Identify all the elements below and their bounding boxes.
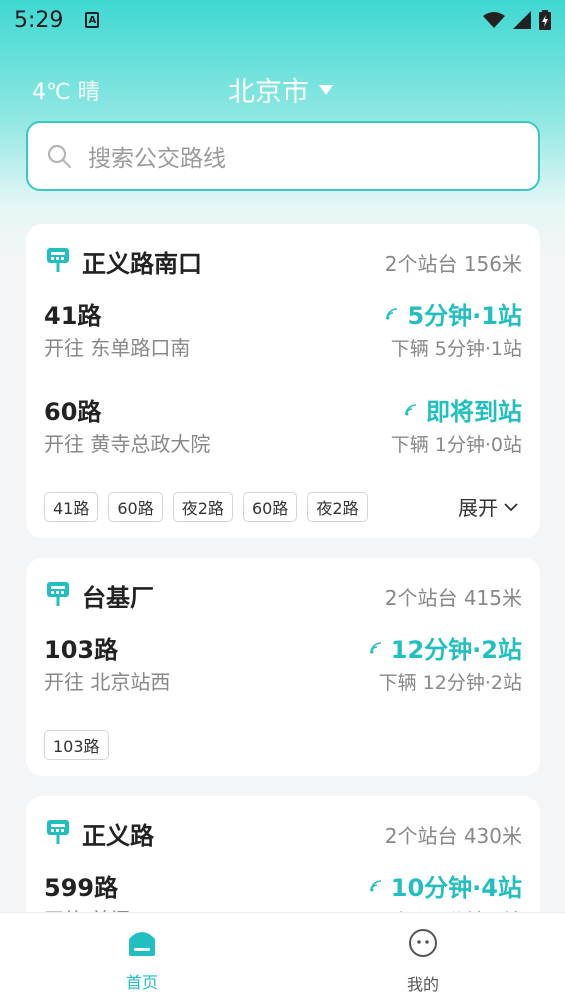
route-tag[interactable]: 60路 xyxy=(242,492,298,522)
stop-name: 正义路 xyxy=(82,822,154,850)
route-number: 60路 xyxy=(44,398,102,426)
stop-card-2[interactable]: 台基厂 2个站台 415米 103路 开往 北京站西 12分钟·2站 下辆 12… xyxy=(26,558,540,776)
route-tag[interactable]: 夜2路 xyxy=(172,492,233,522)
route-row[interactable]: 60路 开往 黄寺总政大院 即将到站 下辆 1分钟·0站 xyxy=(26,392,540,472)
route-next: 下辆 5分钟·1站 xyxy=(390,338,522,360)
route-eta-text: 即将到站 xyxy=(426,398,522,426)
stop-meta: 2个站台 415米 xyxy=(384,586,522,610)
route-direction: 开往 东单路口南 xyxy=(44,336,191,360)
wifi-icon xyxy=(483,12,505,28)
city-selector[interactable]: 北京市 xyxy=(228,70,333,109)
route-row[interactable]: 41路 开往 东单路口南 5分钟·1站 下辆 5分钟·1站 xyxy=(26,296,540,376)
signal-icon xyxy=(513,11,531,29)
bus-stop-icon xyxy=(47,248,69,272)
route-next: 下辆 12分钟·2站 xyxy=(378,672,522,694)
nav-home-label: 首页 xyxy=(125,973,158,992)
battery-icon xyxy=(539,10,551,30)
stop-name: 正义路南口 xyxy=(82,250,202,278)
nav-home[interactable]: 首页 xyxy=(82,927,202,993)
weather-text: 4℃ 晴 xyxy=(32,80,100,105)
route-tag[interactable]: 夜2路 xyxy=(307,492,368,522)
route-next: 下辆 1分钟·0站 xyxy=(390,434,522,456)
city-name: 北京市 xyxy=(228,77,309,108)
route-eta-text: 12分钟·2站 xyxy=(390,636,522,664)
expand-button[interactable]: 展开 xyxy=(458,492,518,521)
search-placeholder: 搜索公交路线 xyxy=(88,146,226,172)
stop-name: 台基厂 xyxy=(82,584,154,612)
route-eta: 5分钟·1站 xyxy=(385,296,522,331)
route-direction: 开往 北京站西 xyxy=(44,670,171,694)
route-tag[interactable]: 60路 xyxy=(108,492,163,522)
stop-card-header: 正义路 2个站台 430米 xyxy=(26,796,540,866)
bottom-nav: 首页 我的 xyxy=(0,912,565,1004)
nav-mine-label: 我的 xyxy=(406,975,439,994)
route-tag[interactable]: 41路 xyxy=(44,492,99,522)
route-eta: 10分钟·4站 xyxy=(369,868,522,903)
stop-meta: 2个站台 156米 xyxy=(384,252,522,276)
weather-city-row: 4℃ 晴 北京市 xyxy=(0,68,565,112)
route-eta: 12分钟·2站 xyxy=(369,630,522,665)
stop-card-header: 正义路南口 2个站台 156米 xyxy=(26,224,540,294)
notification-a-icon: A xyxy=(85,12,100,28)
route-row[interactable]: 103路 开往 北京站西 12分钟·2站 下辆 12分钟·2站 xyxy=(26,630,540,710)
nav-mine[interactable]: 我的 xyxy=(363,927,483,995)
bus-stop-icon xyxy=(47,820,69,844)
stop-meta: 2个站台 430米 xyxy=(384,824,522,848)
user-face-icon xyxy=(409,929,437,957)
route-number: 599路 xyxy=(44,874,119,902)
home-icon xyxy=(129,932,155,956)
search-icon xyxy=(47,144,72,169)
expand-label: 展开 xyxy=(458,496,498,520)
route-eta: 即将到站 xyxy=(404,392,522,427)
status-bar: 5:29 A xyxy=(0,0,565,40)
route-number: 103路 xyxy=(44,636,119,664)
bus-stop-icon xyxy=(47,582,69,606)
route-number: 41路 xyxy=(44,302,102,330)
stop-card-header: 台基厂 2个站台 415米 xyxy=(26,558,540,628)
status-time: 5:29 xyxy=(14,7,64,33)
route-direction: 开往 黄寺总政大院 xyxy=(44,432,211,456)
route-tags: 41路 60路 夜2路 60路 夜2路 xyxy=(44,492,368,522)
realtime-signal-icon xyxy=(369,879,381,891)
route-eta-text: 5分钟·1站 xyxy=(407,302,522,330)
route-tags: 103路 xyxy=(44,730,109,760)
realtime-signal-icon xyxy=(405,403,417,415)
search-input[interactable]: 搜索公交路线 xyxy=(26,121,540,191)
stop-card-1[interactable]: 正义路南口 2个站台 156米 41路 开往 东单路口南 5分钟·1站 下辆 5… xyxy=(26,224,540,538)
realtime-signal-icon xyxy=(369,641,381,653)
realtime-signal-icon xyxy=(386,307,398,319)
chevron-down-icon xyxy=(504,502,518,511)
route-tag[interactable]: 103路 xyxy=(44,730,109,760)
caret-down-icon xyxy=(319,84,333,95)
route-eta-text: 10分钟·4站 xyxy=(390,874,522,902)
